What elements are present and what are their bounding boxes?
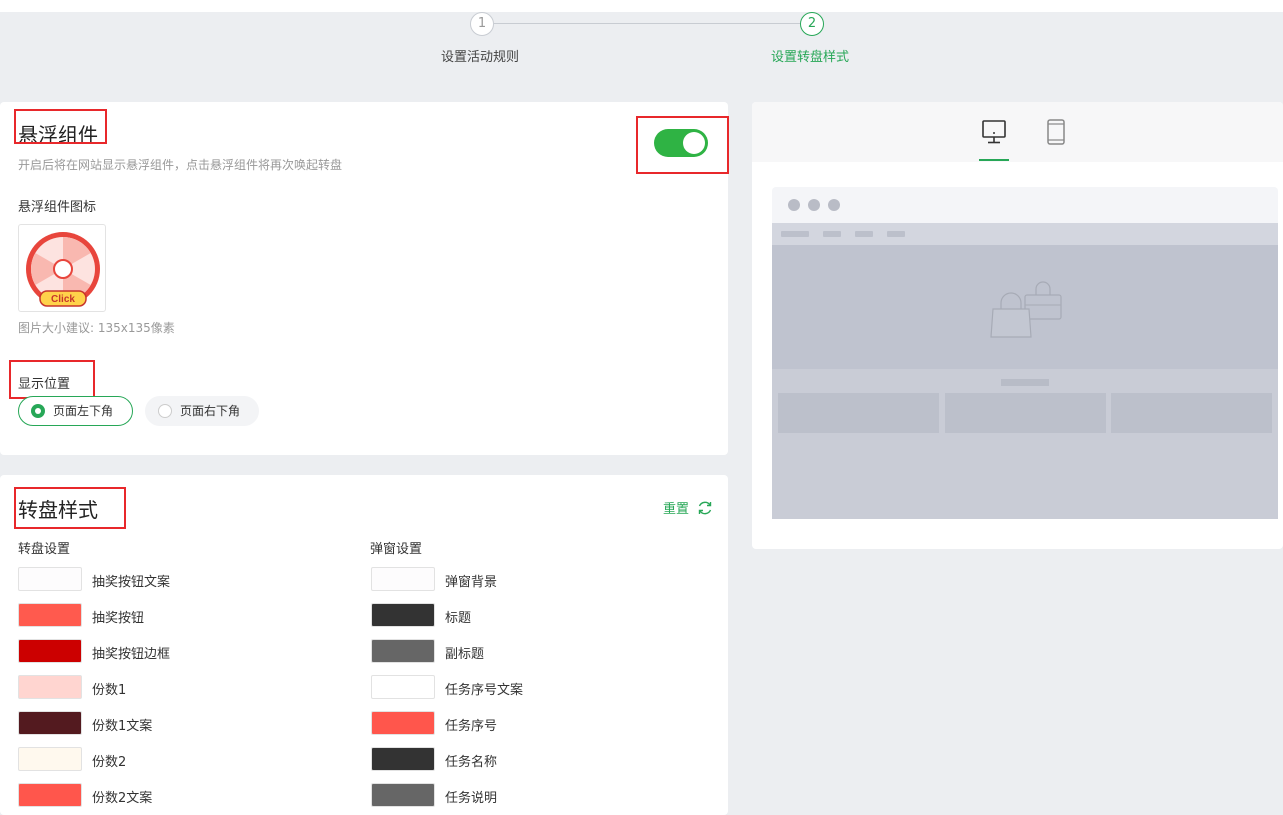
color-swatch[interactable]: [18, 603, 82, 627]
color-label: 弹窗背景: [445, 575, 498, 590]
icon-setting-label: 悬浮组件图标: [18, 200, 97, 215]
color-label: 任务序号: [445, 719, 498, 734]
color-label: 份数2: [92, 755, 127, 770]
color-label: 份数2文案: [92, 791, 153, 806]
content-placeholder-block: [778, 393, 939, 433]
color-label: 副标题: [445, 647, 485, 662]
browser-mockup: [772, 187, 1278, 519]
color-swatch[interactable]: [371, 675, 435, 699]
window-dot: [808, 199, 820, 211]
content-placeholder-block: [1111, 393, 1272, 433]
wheel-settings-title: 转盘设置: [18, 542, 71, 557]
color-label: 抽奖按钮边框: [92, 647, 171, 662]
color-label: 抽奖按钮文案: [92, 575, 171, 590]
navbar-placeholder: [887, 231, 905, 237]
content-placeholder-block: [945, 393, 1106, 433]
step-connector-line: [494, 23, 800, 24]
refresh-icon: [698, 501, 712, 515]
active-tab-underline: [979, 159, 1009, 161]
reset-button[interactable]: 重置: [663, 497, 713, 517]
window-dot: [828, 199, 840, 211]
color-swatch[interactable]: [371, 711, 435, 735]
annotation-box-position: [9, 360, 95, 399]
browser-titlebar: [772, 187, 1278, 223]
color-label: 份数1: [92, 683, 127, 698]
radio-checked-icon: [31, 404, 45, 418]
step-1-circle[interactable]: 1: [470, 12, 494, 36]
color-swatch[interactable]: [371, 747, 435, 771]
color-label: 任务说明: [445, 791, 498, 806]
step-2-label[interactable]: 设置转盘样式: [771, 46, 849, 65]
float-widget-description: 开启后将在网站显示悬浮组件，点击悬浮组件将再次唤起转盘: [18, 158, 343, 172]
annotation-box-title: [14, 109, 107, 144]
browser-hero-banner: [772, 245, 1278, 369]
reset-label: 重置: [663, 502, 690, 517]
shopping-bags-icon: [990, 281, 1062, 338]
window-dot: [788, 199, 800, 211]
annotation-box-wheel-title: [14, 487, 126, 529]
position-bottom-left-label: 页面左下角: [53, 404, 114, 418]
wheel-click-icon: Click: [26, 232, 100, 307]
navbar-placeholder: [823, 231, 841, 237]
float-icon-upload[interactable]: Click: [18, 224, 106, 312]
color-swatch[interactable]: [18, 639, 82, 663]
color-label: 份数1文案: [92, 719, 153, 734]
color-label: 任务序号文案: [445, 683, 524, 698]
navbar-placeholder: [781, 231, 809, 237]
color-label: 标题: [445, 611, 472, 626]
annotation-box-toggle: [636, 116, 729, 174]
browser-content: [772, 369, 1278, 519]
float-widget-card: 悬浮组件 开启后将在网站显示悬浮组件，点击悬浮组件将再次唤起转盘 悬浮组件图标 …: [0, 102, 729, 455]
click-badge-text: Click: [51, 294, 75, 305]
color-label: 任务名称: [445, 755, 498, 770]
color-label: 抽奖按钮: [92, 611, 145, 626]
position-bottom-left-radio[interactable]: 页面左下角: [18, 396, 133, 426]
step-2-circle[interactable]: 2: [800, 12, 824, 36]
radio-unchecked-icon: [158, 404, 172, 418]
tablet-mobile-icon[interactable]: [1041, 119, 1071, 145]
step-progress: 1 2 设置活动规则 设置转盘样式: [0, 12, 1283, 102]
browser-navbar: [772, 223, 1278, 245]
content-placeholder-bar: [1001, 379, 1049, 386]
color-swatch[interactable]: [18, 675, 82, 699]
preview-card: [752, 102, 1283, 549]
icon-size-hint: 图片大小建议: 135x135像素: [18, 321, 175, 335]
preview-device-tabs: [752, 102, 1283, 162]
color-swatch[interactable]: [371, 567, 435, 591]
position-bottom-right-label: 页面右下角: [180, 404, 241, 418]
color-swatch[interactable]: [18, 711, 82, 735]
top-bar: [0, 0, 1283, 12]
color-swatch[interactable]: [18, 783, 82, 807]
color-swatch[interactable]: [18, 567, 82, 591]
navbar-placeholder: [855, 231, 873, 237]
wheel-style-card: 转盘样式 重置 转盘设置 弹窗设置 抽奖按钮文案 抽奖按钮 抽奖按钮边框 份数1 份数1…: [0, 475, 728, 815]
desktop-monitor-icon[interactable]: [979, 119, 1009, 145]
step-1-label[interactable]: 设置活动规则: [441, 46, 519, 65]
position-bottom-right-radio[interactable]: 页面右下角: [145, 396, 259, 426]
color-swatch[interactable]: [371, 639, 435, 663]
popup-settings-title: 弹窗设置: [370, 542, 423, 557]
color-swatch[interactable]: [371, 783, 435, 807]
color-swatch[interactable]: [371, 603, 435, 627]
color-swatch[interactable]: [18, 747, 82, 771]
